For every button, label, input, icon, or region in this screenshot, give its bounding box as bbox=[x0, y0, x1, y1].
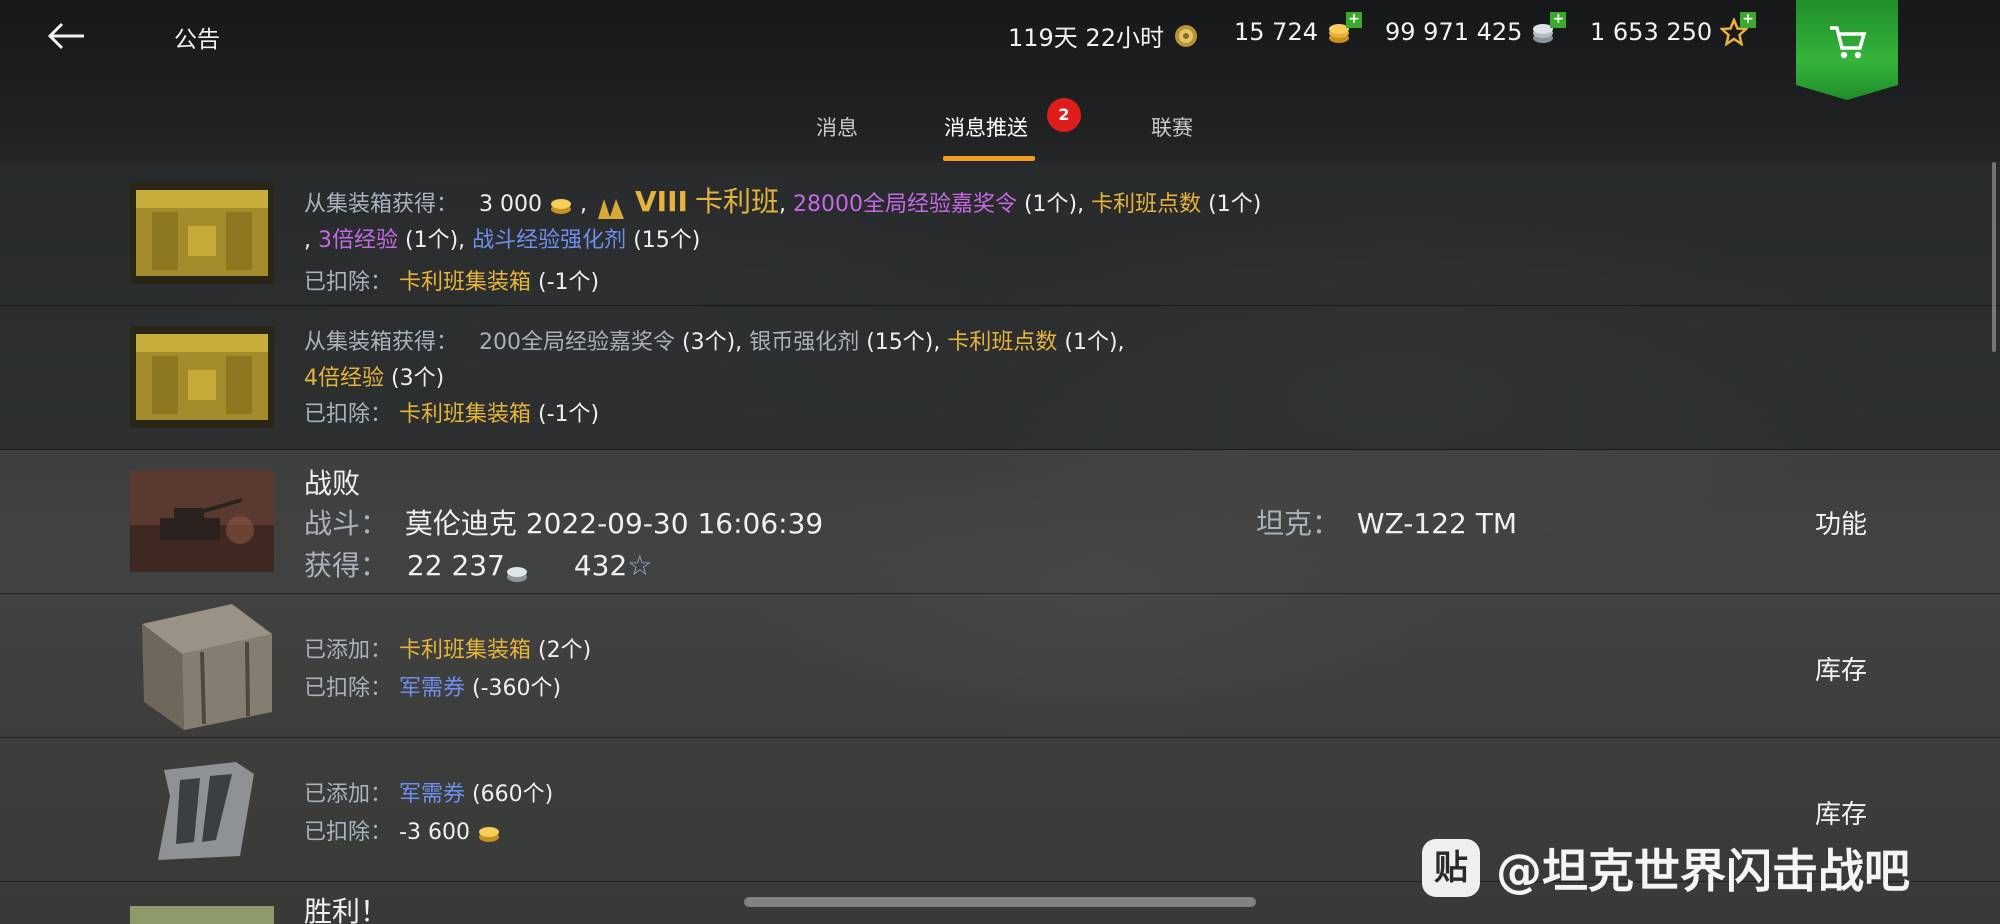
premium-icon bbox=[1172, 22, 1200, 50]
battle-info: 战斗： 莫伦迪克 2022-09-30 16:06:39 bbox=[304, 507, 824, 540]
battle-victory-image bbox=[130, 906, 274, 924]
gold-coin-icon bbox=[477, 823, 501, 843]
watermark: 贴 @坦克世界闪击战吧 bbox=[1422, 836, 1910, 900]
row5-line1: 已添加： 军需券 (660个) bbox=[304, 782, 554, 807]
battle-earnings: 获得： 22 237 432☆ bbox=[304, 549, 653, 582]
wooden-crate-icon bbox=[122, 594, 282, 738]
star-icon: + bbox=[1719, 12, 1757, 47]
scrollbar[interactable] bbox=[1992, 162, 1996, 352]
gold-coin-icon bbox=[549, 195, 573, 215]
supply-voucher-icon bbox=[150, 756, 260, 870]
battle-defeat-image bbox=[130, 470, 274, 576]
back-arrow-icon[interactable] bbox=[44, 16, 88, 56]
add-free-xp-icon[interactable]: + bbox=[1740, 12, 1757, 28]
add-silver-icon[interactable]: + bbox=[1550, 12, 1567, 28]
list-item[interactable]: 已添加： 卡利班集装箱 (2个) 已扣除： 军需券 (-360个) 库存 bbox=[0, 594, 2000, 738]
silver-balance[interactable]: 99 971 425 + bbox=[1385, 12, 1567, 46]
tab-messages[interactable]: 消息 bbox=[816, 112, 858, 142]
free-xp-value: 1 653 250 bbox=[1590, 18, 1713, 46]
home-indicator[interactable] bbox=[744, 897, 1256, 907]
row2-line1: 从集装箱获得： 200全局经验嘉奖令 (3个), 银币强化剂 (15个), 卡利… bbox=[304, 330, 1125, 355]
row5-line2: 已扣除： -3 600 bbox=[304, 814, 501, 846]
container-crate-icon bbox=[130, 182, 274, 288]
row4-line2: 已扣除： 军需券 (-360个) bbox=[304, 676, 562, 701]
shop-button[interactable] bbox=[1796, 0, 1898, 100]
premium-time[interactable]: 119天 22小时 bbox=[1008, 18, 1200, 53]
star-icon: ☆ bbox=[627, 549, 653, 582]
notification-list[interactable]: 从集装箱获得： 3 000 , VIII 卡利班, 28000全局经验嘉奖令 (… bbox=[0, 162, 2000, 924]
function-button[interactable]: 功能 bbox=[1815, 504, 1867, 541]
row1-line2: , 3倍经验 (1个), 战斗经验强化剂 (15个) bbox=[304, 228, 701, 253]
cart-icon bbox=[1830, 26, 1867, 59]
inventory-button[interactable]: 库存 bbox=[1815, 650, 1867, 687]
battle-result: 胜利！ bbox=[304, 895, 389, 924]
notification-badge: 2 bbox=[1047, 98, 1081, 132]
add-gold-icon[interactable]: + bbox=[1345, 12, 1362, 28]
row1-line3: 已扣除： 卡利班集装箱 (-1个) bbox=[304, 270, 600, 295]
tab-bar: 消息 消息推送 联赛 bbox=[0, 112, 2000, 162]
container-crate-icon bbox=[130, 326, 274, 432]
tab-league[interactable]: 联赛 bbox=[1151, 112, 1193, 142]
gold-value: 15 724 bbox=[1234, 18, 1318, 46]
tab-push-notifications[interactable]: 消息推送 bbox=[944, 112, 1028, 142]
row2-line3: 已扣除： 卡利班集装箱 (-1个) bbox=[304, 402, 600, 427]
free-xp-balance[interactable]: 1 653 250 + bbox=[1590, 12, 1757, 47]
tieba-logo-icon: 贴 bbox=[1422, 839, 1480, 897]
premium-time-value: 119天 22小时 bbox=[1008, 24, 1164, 52]
active-tab-indicator bbox=[943, 156, 1035, 161]
silver-value: 99 971 425 bbox=[1385, 18, 1523, 46]
page-title: 公告 bbox=[174, 27, 220, 53]
gold-balance[interactable]: 15 724 + bbox=[1234, 12, 1362, 46]
row2-line2: 4倍经验 (3个) bbox=[304, 366, 445, 391]
watermark-text: @坦克世界闪击战吧 bbox=[1496, 844, 1910, 898]
battle-result: 战败 bbox=[304, 467, 361, 500]
inventory-button[interactable]: 库存 bbox=[1815, 794, 1867, 831]
silver-coin-icon bbox=[505, 557, 529, 582]
row4-line1: 已添加： 卡利班集装箱 (2个) bbox=[304, 638, 592, 663]
tier-badge-icon bbox=[594, 195, 628, 219]
list-item[interactable]: 从集装箱获得： 3 000 , VIII 卡利班, 28000全局经验嘉奖令 (… bbox=[0, 162, 2000, 306]
tank-info: 坦克： WZ-122 TM bbox=[1256, 507, 1518, 540]
row1-line1: 从集装箱获得： 3 000 , VIII 卡利班, 28000全局经验嘉奖令 (… bbox=[304, 185, 1262, 219]
list-item[interactable]: 从集装箱获得： 200全局经验嘉奖令 (3个), 银币强化剂 (15个), 卡利… bbox=[0, 306, 2000, 450]
gold-coins-icon: + bbox=[1326, 12, 1362, 46]
list-item-battle[interactable]: 战败 战斗： 莫伦迪克 2022-09-30 16:06:39 坦克： WZ-1… bbox=[0, 450, 2000, 594]
silver-coins-icon: + bbox=[1530, 12, 1567, 46]
